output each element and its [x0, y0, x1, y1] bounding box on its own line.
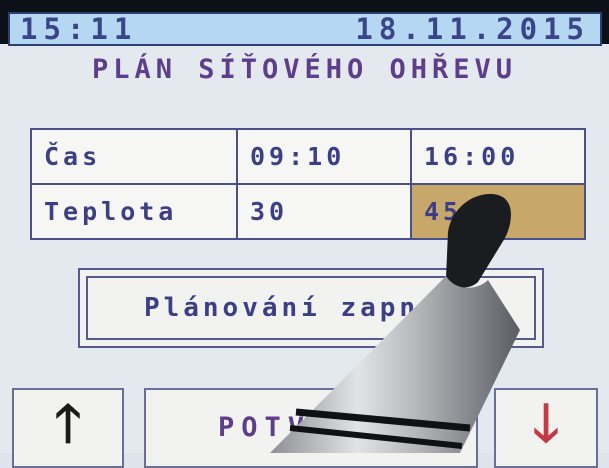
device-screen: 15:11 18.11.2015 PLÁN SÍŤOVÉHO OHŘEVU Ča…: [0, 0, 609, 468]
stylus-pen: [270, 194, 520, 453]
